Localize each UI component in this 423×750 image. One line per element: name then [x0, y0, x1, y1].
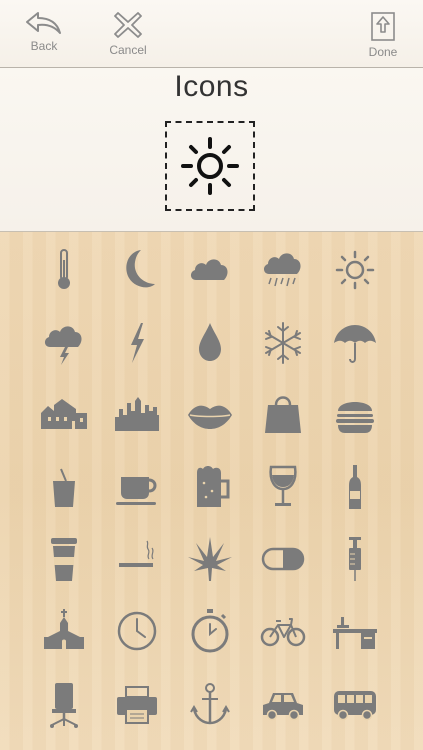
icon-preview-panel: Icons [0, 68, 423, 232]
stopwatch-icon[interactable] [186, 607, 234, 655]
icon-grid [0, 232, 423, 750]
page-title: Icons [174, 70, 249, 103]
wine-glass-icon[interactable] [259, 463, 307, 511]
share-upload-icon [371, 12, 395, 41]
back-arrow-icon [26, 12, 61, 34]
city-skyline-icon[interactable] [113, 391, 161, 439]
cigarette-icon[interactable] [113, 535, 161, 583]
sun-icon[interactable] [331, 246, 379, 294]
clock-icon[interactable] [113, 607, 161, 655]
lightning-icon[interactable] [113, 319, 161, 367]
snowflake-icon[interactable] [259, 319, 307, 367]
umbrella-icon[interactable] [331, 319, 379, 367]
back-button[interactable]: Back [14, 10, 74, 62]
bus-icon[interactable] [331, 681, 379, 729]
cannabis-leaf-icon[interactable] [186, 535, 234, 583]
done-label: Done [368, 45, 398, 59]
beer-mug-icon[interactable] [186, 463, 234, 511]
back-label: Back [30, 39, 58, 53]
syringe-icon[interactable] [331, 535, 379, 583]
printer-icon[interactable] [113, 681, 161, 729]
close-icon [114, 12, 142, 38]
church-icon[interactable] [40, 607, 88, 655]
drop-icon[interactable] [186, 319, 234, 367]
anchor-icon[interactable] [186, 681, 234, 729]
cancel-label: Cancel [109, 43, 147, 57]
storm-cloud-icon[interactable] [40, 319, 88, 367]
sun-icon [181, 137, 239, 195]
thermometer-icon[interactable] [40, 246, 88, 294]
selected-icon-frame[interactable] [165, 121, 255, 211]
rain-cloud-icon[interactable] [259, 246, 307, 294]
coffee-cup-icon[interactable] [113, 463, 161, 511]
burger-icon[interactable] [331, 391, 379, 439]
lips-icon[interactable] [186, 391, 234, 439]
house-icon[interactable] [40, 391, 88, 439]
takeaway-cup-icon[interactable] [40, 535, 88, 583]
office-chair-icon[interactable] [40, 681, 88, 729]
bicycle-icon[interactable] [259, 607, 307, 655]
car-icon[interactable] [259, 681, 307, 729]
shopping-bag-icon[interactable] [259, 391, 307, 439]
pill-icon[interactable] [259, 535, 307, 583]
bottle-icon[interactable] [331, 463, 379, 511]
cancel-button[interactable]: Cancel [98, 10, 158, 62]
drink-cup-icon[interactable] [40, 463, 88, 511]
top-toolbar: Back Cancel Done [0, 0, 423, 68]
cloud-icon[interactable] [186, 246, 234, 294]
desk-icon[interactable] [331, 607, 379, 655]
moon-icon[interactable] [113, 246, 161, 294]
done-button[interactable]: Done [353, 10, 413, 62]
